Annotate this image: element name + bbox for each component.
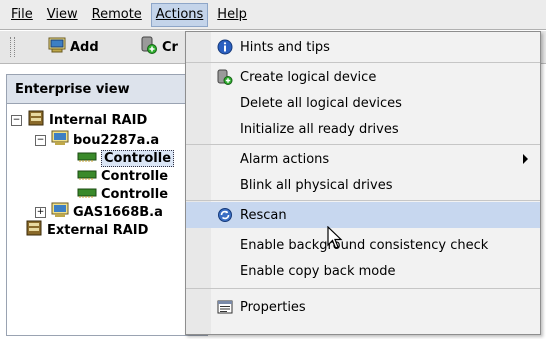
actions-menu: Hints and tips Create logical device Del… [185,31,541,335]
menu-item-delete-all-logical-devices[interactable]: Delete all logical devices [186,90,540,116]
tree-node-gas1668b[interactable]: + GAS1668B.a [35,202,163,222]
menu-separator [186,200,540,201]
menu-item-enable-copy-back-mode[interactable]: Enable copy back mode [186,258,540,284]
menu-item-label: Create logical device [240,69,377,85]
menu-item-label: Enable background consistency check [240,237,489,253]
menu-separator [186,144,540,145]
enterprise-view-tab-label: Enterprise view [15,81,130,97]
menu-item-enable-background-consistency-check[interactable]: Enable background consistency check [186,232,540,258]
menu-item-label: Initialize all ready drives [240,121,399,137]
create-device-icon [217,69,233,89]
properties-icon [217,299,233,319]
tree-node-label: Controlle [101,186,169,202]
create-button[interactable]: Cr [140,36,178,58]
menu-item-blink-all-physical-drives[interactable]: Blink all physical drives [186,172,540,198]
tree-node-controller[interactable]: Controlle [77,185,168,203]
server-icon [48,37,66,57]
info-icon [217,39,233,59]
menu-item-label: Delete all logical devices [240,95,402,111]
menu-item-initialize-all-ready-drives[interactable]: Initialize all ready drives [186,116,540,142]
expand-icon[interactable]: + [35,206,46,218]
menu-remote-label: Remote [91,6,142,22]
menu-actions[interactable]: Actions [150,2,209,27]
tree-node-label: Controlle [101,168,169,184]
menu-file-label: File [11,6,33,22]
raid-icon [25,220,43,240]
enterprise-view-panel: Enterprise view − Internal RAID − bou228… [6,74,208,336]
add-button[interactable]: Add [48,36,99,58]
raid-icon [27,110,45,130]
collapse-icon[interactable]: − [35,134,46,146]
controller-icon [77,151,97,166]
tree-node-label: GAS1668B.a [73,204,163,220]
menu-item-label: Blink all physical drives [240,177,393,193]
rescan-icon [217,207,233,227]
tree-node-external-raid[interactable]: External RAID [25,220,149,240]
server-icon [51,202,69,222]
tree-node-controller[interactable]: Controlle [77,167,168,185]
tree-node-bou2287a[interactable]: − bou2287a.a [35,130,160,150]
menu-separator [186,62,540,63]
collapse-icon[interactable]: − [11,114,22,126]
tree-node-label: bou2287a.a [73,132,160,148]
controller-icon [77,169,97,184]
menu-file[interactable]: File [6,3,38,27]
menu-item-properties[interactable]: Properties [186,294,540,320]
menu-view[interactable]: View [42,3,83,27]
controller-icon [77,187,97,202]
menu-item-rescan[interactable]: Rescan [186,202,540,228]
menu-item-create-logical-device[interactable]: Create logical device [186,64,540,90]
menu-item-hints-and-tips[interactable]: Hints and tips [186,34,540,60]
tree-node-controller[interactable]: Controlle [77,149,175,167]
menu-help-label: Help [217,6,247,22]
tree-node-internal-raid[interactable]: − Internal RAID [11,110,148,130]
tree-node-label: Internal RAID [49,112,148,128]
menu-help[interactable]: Help [212,3,252,27]
menu-remote[interactable]: Remote [87,3,147,27]
menu-separator [186,288,540,289]
server-icon [51,130,69,150]
menu-item-label: Enable copy back mode [240,263,396,279]
enterprise-view-tab[interactable]: Enterprise view [7,75,207,104]
menu-item-label: Rescan [240,207,287,223]
tree-node-label: External RAID [47,222,149,238]
add-button-label: Add [70,39,99,55]
menu-actions-label: Actions [155,6,204,22]
menu-item-label: Hints and tips [240,39,330,55]
toolbar-grip[interactable] [10,37,15,57]
menu-bar: File View Remote Actions Help [0,0,546,30]
create-device-icon [140,36,158,58]
menu-item-label: Properties [240,299,306,315]
mouse-cursor-icon [327,225,343,254]
submenu-arrow-icon [523,154,528,164]
create-button-label: Cr [162,39,178,55]
tree-node-label: Controlle [101,149,175,167]
menu-item-label: Alarm actions [240,151,330,167]
menu-view-label: View [46,6,78,22]
menu-item-alarm-actions[interactable]: Alarm actions [186,146,540,172]
